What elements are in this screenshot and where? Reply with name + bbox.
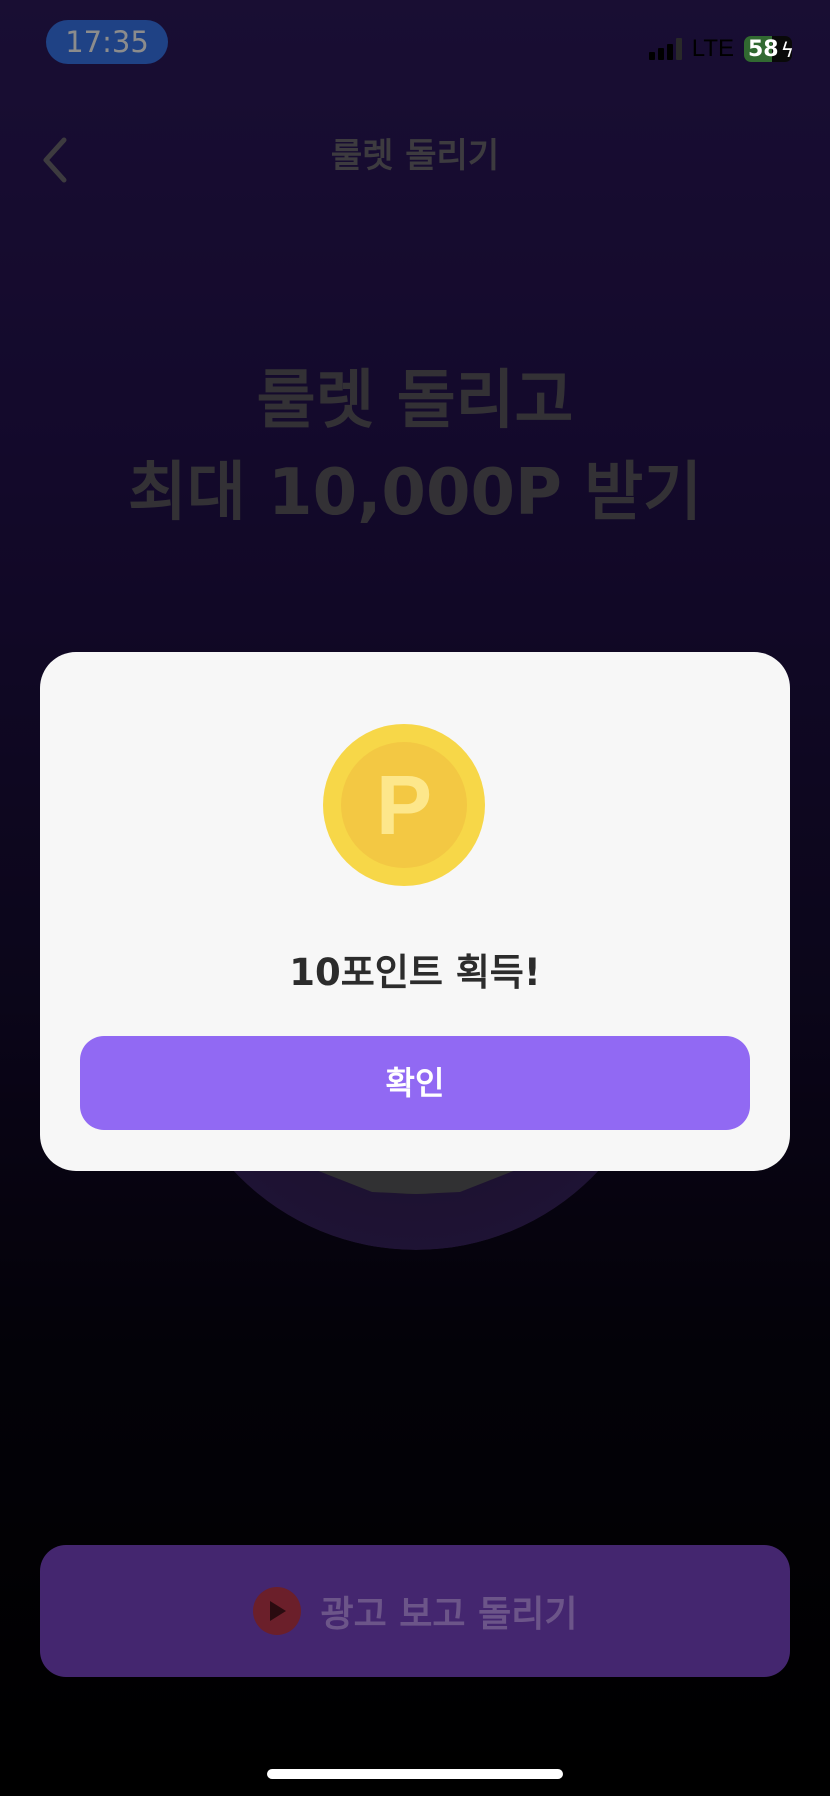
confirm-button[interactable]: 확인 <box>80 1036 750 1130</box>
battery-level: 58 <box>748 36 779 62</box>
reward-message: 10포인트 획득! <box>289 951 541 994</box>
watch-ad-spin-label: 광고 보고 돌리기 <box>320 1594 578 1635</box>
battery-icon: 58 ϟ <box>744 36 794 62</box>
home-indicator[interactable] <box>267 1769 563 1779</box>
watch-ad-spin-button[interactable]: 광고 보고 돌리기 <box>40 1545 790 1677</box>
point-coin-icon: P <box>323 724 485 886</box>
coin-letter: P <box>341 742 467 868</box>
reward-modal: P 10포인트 획득! 확인 <box>40 652 790 1171</box>
play-icon <box>252 1587 301 1635</box>
charging-bolt-icon: ϟ <box>780 38 794 62</box>
